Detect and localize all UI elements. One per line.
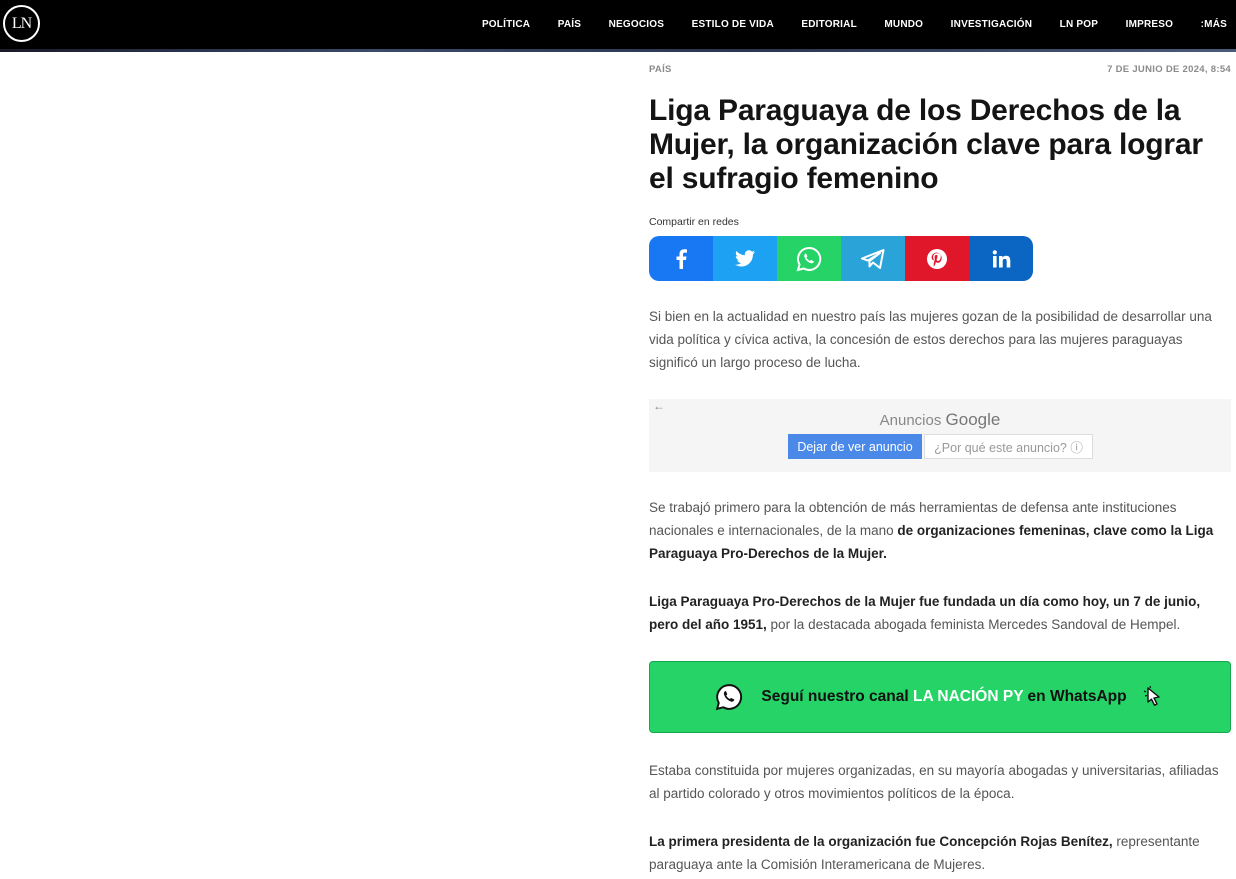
article-meta: PAÍS 7 DE JUNIO DE 2024, 8:54 <box>649 64 1231 75</box>
nav-impreso[interactable]: IMPRESO <box>1126 19 1174 30</box>
ad-title: Anuncios Google <box>649 410 1231 430</box>
whatsapp-channel-banner[interactable]: Seguí nuestro canal LA NACIÓN PY en What… <box>649 661 1231 733</box>
why-this-ad-button[interactable]: ¿Por qué este anuncio? ⓘ <box>924 434 1093 459</box>
paragraph-5-bold: La primera presidenta de la organización… <box>649 834 1113 849</box>
article: PAÍS 7 DE JUNIO DE 2024, 8:54 Liga Parag… <box>649 52 1231 876</box>
share-label: Compartir en redes <box>649 216 739 228</box>
nav-mundo[interactable]: MUNDO <box>884 19 923 30</box>
main-nav: POLÍTICA PAÍS NEGOCIOS ESTILO DE VIDA ED… <box>454 0 1227 48</box>
whatsapp-banner-text: Seguí nuestro canal LA NACIÓN PY en What… <box>761 688 1126 706</box>
pinterest-icon <box>927 248 947 269</box>
facebook-icon <box>676 248 687 269</box>
paragraph-1: Si bien en la actualidad en nuestro país… <box>649 309 1212 370</box>
share-whatsapp-button[interactable] <box>777 236 841 281</box>
linkedin-icon <box>992 249 1010 267</box>
stop-ad-button[interactable]: Dejar de ver anuncio <box>788 434 922 459</box>
nav-pais[interactable]: PAÍS <box>558 19 581 30</box>
share-pinterest-button[interactable] <box>905 236 969 281</box>
nav-ln-pop[interactable]: LN POP <box>1060 19 1098 30</box>
paragraph-3-text: por la destacada abogada feminista Merce… <box>766 617 1181 632</box>
nav-estilo-de-vida[interactable]: ESTILO DE VIDA <box>692 19 774 30</box>
google-ad-placeholder: ← Anuncios Google Dejar de ver anuncio ¿… <box>649 399 1231 472</box>
publish-date: 7 DE JUNIO DE 2024, 8:54 <box>1107 64 1231 75</box>
article-title: Liga Paraguaya de los Derechos de la Muj… <box>649 94 1203 195</box>
site-logo[interactable]: LN <box>3 5 40 42</box>
share-linkedin-button[interactable] <box>969 236 1033 281</box>
share-telegram-button[interactable] <box>841 236 905 281</box>
nav-editorial[interactable]: EDITORIAL <box>801 19 857 30</box>
banner-brand-highlight: LA NACIÓN PY <box>913 688 1024 705</box>
paragraph-3: Liga Paraguaya Pro-Derechos de la Mujer … <box>649 590 1231 636</box>
nav-politica[interactable]: POLÍTICA <box>482 19 530 30</box>
paragraph-5: La primera presidenta de la organización… <box>649 830 1231 876</box>
ad-label: Anuncios <box>879 412 942 429</box>
whatsapp-icon <box>716 684 743 711</box>
paragraph-4: Estaba constituida por mujeres organizad… <box>649 763 1219 801</box>
paragraph-2: Se trabajó primero para la obtención de … <box>649 496 1231 565</box>
telegram-icon <box>861 248 885 269</box>
nav-negocios[interactable]: NEGOCIOS <box>609 19 665 30</box>
pointer-hand-icon <box>1143 685 1160 706</box>
top-navbar: LN POLÍTICA PAÍS NEGOCIOS ESTILO DE VIDA… <box>0 0 1236 52</box>
whatsapp-icon <box>796 246 822 271</box>
banner-text-pre: Seguí nuestro canal <box>761 688 914 705</box>
section-label[interactable]: PAÍS <box>649 64 672 75</box>
nav-investigacion[interactable]: INVESTIGACIÓN <box>951 19 1033 30</box>
twitter-icon <box>735 250 755 267</box>
banner-text-post: en WhatsApp <box>1023 688 1127 705</box>
share-bar <box>649 236 1033 281</box>
nav-mas[interactable]: :MÁS <box>1201 19 1227 30</box>
share-facebook-button[interactable] <box>649 236 713 281</box>
google-wordmark: Google <box>945 410 1001 429</box>
share-twitter-button[interactable] <box>713 236 777 281</box>
